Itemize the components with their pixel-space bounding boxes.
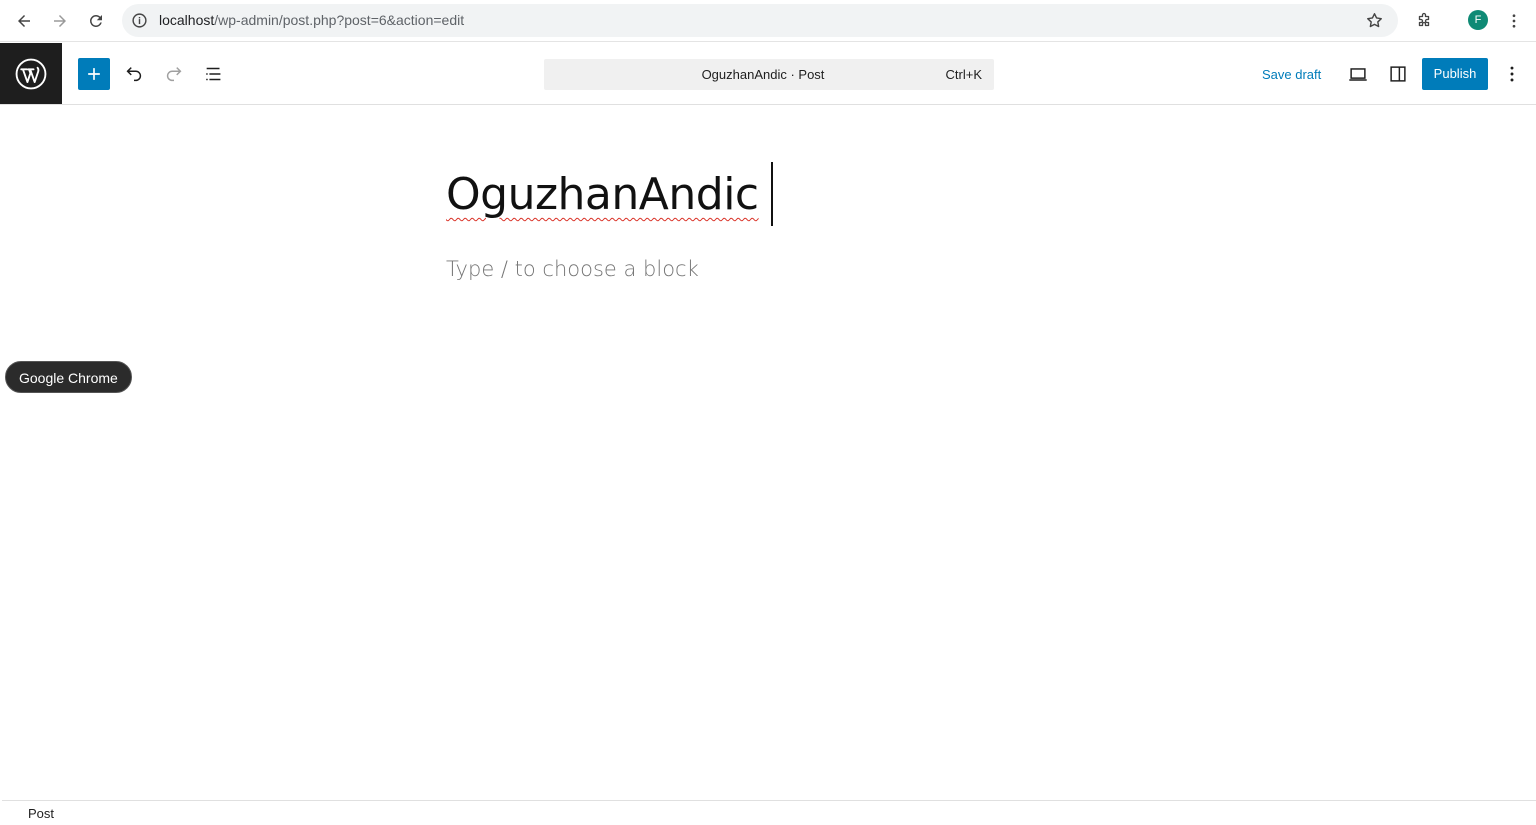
url-path: /wp-admin/post.php?post=6&action=edit bbox=[214, 12, 465, 28]
editor-header: OguzhanAndic · Post Ctrl+K Save draft Pu… bbox=[0, 43, 1536, 105]
plus-icon bbox=[88, 68, 100, 80]
command-palette-bar[interactable]: OguzhanAndic · Post Ctrl+K bbox=[544, 59, 994, 90]
list-view-icon bbox=[206, 67, 221, 81]
desktop-preview-icon bbox=[1349, 68, 1367, 81]
post-title[interactable]: OguzhanAndic bbox=[446, 162, 759, 228]
undo-button[interactable] bbox=[118, 58, 150, 90]
wordpress-logo-button[interactable] bbox=[0, 43, 62, 104]
url-text: localhost/wp-admin/post.php?post=6&actio… bbox=[159, 12, 464, 29]
block-placeholder[interactable]: Type / to choose a block bbox=[446, 255, 699, 283]
browser-toolbar: localhost/wp-admin/post.php?post=6&actio… bbox=[0, 0, 1536, 42]
document-overview-button[interactable] bbox=[198, 58, 230, 90]
block-inserter-button[interactable] bbox=[78, 58, 110, 90]
undo-icon bbox=[126, 67, 142, 82]
save-draft-button[interactable]: Save draft bbox=[1254, 59, 1329, 91]
redo-icon bbox=[166, 67, 182, 82]
forward-button[interactable] bbox=[46, 7, 74, 35]
command-shortcut: Ctrl+K bbox=[945, 67, 982, 82]
back-button[interactable] bbox=[10, 7, 38, 35]
info-icon[interactable] bbox=[131, 12, 148, 29]
sidebar-toggle-icon bbox=[1390, 66, 1406, 82]
profile-avatar[interactable]: F bbox=[1468, 10, 1488, 30]
redo-button[interactable] bbox=[158, 58, 190, 90]
address-bar[interactable]: localhost/wp-admin/post.php?post=6&actio… bbox=[122, 4, 1398, 37]
editor-canvas[interactable] bbox=[2, 105, 1536, 800]
arrow-left-icon bbox=[18, 15, 30, 27]
publish-button[interactable]: Publish bbox=[1422, 58, 1488, 90]
arrow-right-icon bbox=[54, 15, 66, 27]
url-host: localhost bbox=[159, 12, 215, 28]
taskbar-tooltip: Google Chrome bbox=[5, 361, 132, 393]
kebab-menu-icon bbox=[1512, 14, 1516, 28]
block-breadcrumb[interactable]: Post bbox=[28, 806, 54, 821]
reload-button[interactable] bbox=[82, 7, 110, 35]
text-caret bbox=[771, 162, 773, 226]
bookmark-star-icon[interactable] bbox=[1365, 11, 1384, 30]
options-menu-button[interactable] bbox=[1496, 58, 1528, 90]
editor-footer: Post bbox=[2, 800, 1536, 825]
document-title: OguzhanAndic · Post bbox=[701, 67, 825, 82]
more-vertical-icon bbox=[1510, 66, 1514, 82]
settings-sidebar-button[interactable] bbox=[1382, 58, 1414, 90]
extensions-button[interactable] bbox=[1410, 7, 1438, 35]
puzzle-icon bbox=[1418, 12, 1430, 27]
chrome-menu-button[interactable] bbox=[1500, 7, 1528, 35]
preview-button[interactable] bbox=[1342, 58, 1374, 90]
reload-icon bbox=[89, 14, 102, 27]
wordpress-logo-icon bbox=[15, 58, 47, 89]
